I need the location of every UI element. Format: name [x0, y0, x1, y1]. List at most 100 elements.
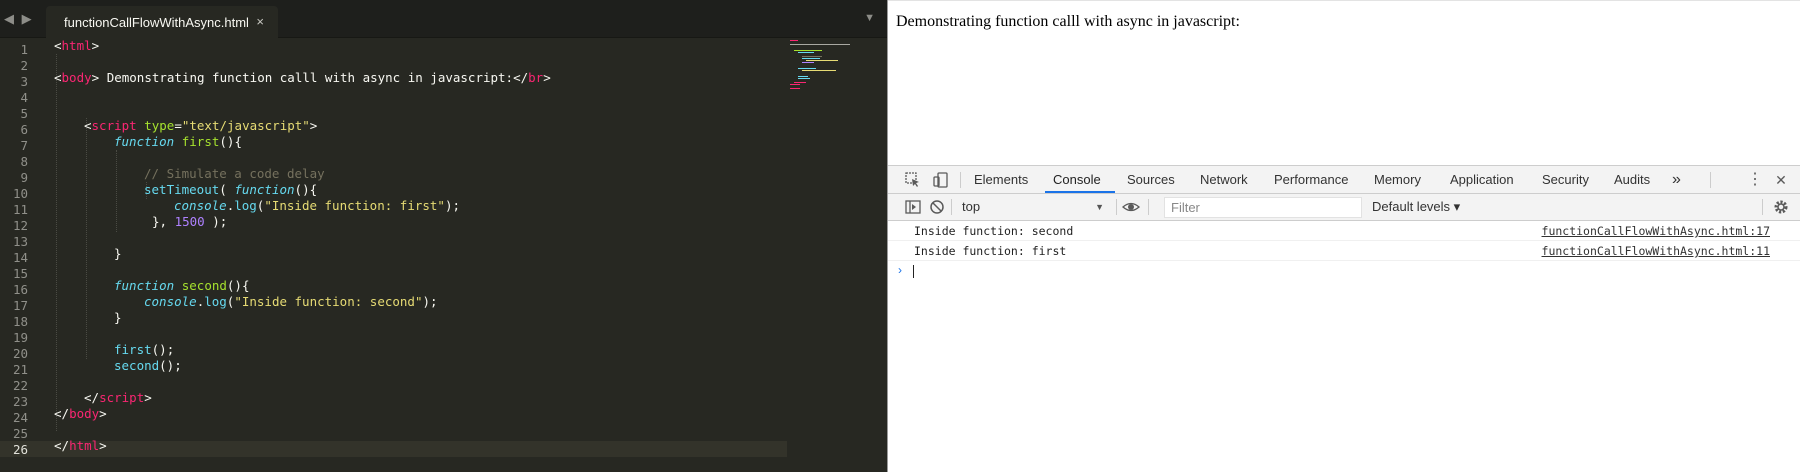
- toolbar-divider: [1762, 199, 1763, 215]
- line-number: 11: [12, 202, 28, 217]
- tab-memory[interactable]: Memory: [1372, 166, 1423, 194]
- devtools-panel: Elements Console Sources Network Perform…: [888, 165, 1800, 472]
- line-number: 16: [12, 282, 28, 297]
- live-expression-eye-icon[interactable]: [1122, 198, 1140, 216]
- code-line-18: }: [114, 310, 122, 325]
- console-message-source-link[interactable]: functionCallFlowWithAsync.html:17: [1542, 224, 1770, 238]
- line-number: 20: [12, 346, 28, 361]
- console-output[interactable]: Inside function: second functionCallFlow…: [888, 221, 1800, 472]
- code-line-6: <script type="text/javascript">: [84, 118, 318, 133]
- toolbar-divider: [1710, 172, 1711, 188]
- indent-guide: [86, 118, 87, 359]
- line-number: 22: [12, 378, 28, 393]
- console-message: Inside function: first functionCallFlowW…: [888, 241, 1800, 261]
- code-line-16: function second(){: [114, 278, 250, 293]
- code-line-3: <body> Demonstrating function calll with…: [54, 70, 551, 85]
- toolbar-divider: [951, 199, 952, 215]
- console-message-text: Inside function: first: [914, 244, 1067, 258]
- line-number: 14: [12, 250, 28, 265]
- code-line-10: setTimeout( function(){: [144, 182, 318, 197]
- toolbar-divider: [1116, 199, 1117, 215]
- line-number: 1: [20, 42, 28, 57]
- selected-tab-indicator: [1045, 191, 1115, 193]
- console-toolbar: top ▼ Filter Default levels ▾: [888, 194, 1800, 221]
- line-number: 7: [20, 138, 28, 153]
- line-number: 21: [12, 362, 28, 377]
- console-message: Inside function: second functionCallFlow…: [888, 221, 1800, 241]
- console-settings-gear-icon[interactable]: [1772, 198, 1790, 216]
- code-line-20: first();: [114, 342, 175, 357]
- minimap[interactable]: [786, 38, 856, 98]
- code-editor[interactable]: ◀ ▶ functionCallFlowWithAsync.html × ▼ 1…: [0, 0, 887, 472]
- context-selector[interactable]: top ▼: [962, 197, 1106, 217]
- console-input-cursor[interactable]: [913, 265, 914, 278]
- line-number: 10: [12, 186, 28, 201]
- close-devtools-icon[interactable]: ✕: [1772, 171, 1790, 189]
- console-prompt-icon: ›: [898, 263, 902, 277]
- context-selector-value: top: [962, 199, 981, 214]
- line-number: 2: [20, 58, 28, 73]
- tab-application[interactable]: Application: [1448, 166, 1516, 194]
- code-line-26: </html>: [54, 438, 107, 453]
- log-levels-dropdown[interactable]: Default levels ▾: [1372, 197, 1460, 217]
- sidebar-toggle-icon[interactable]: [904, 198, 922, 216]
- code-line-12: }, 1500 );: [152, 214, 228, 229]
- tab-performance[interactable]: Performance: [1272, 166, 1350, 194]
- tab-audits[interactable]: Audits: [1612, 166, 1652, 194]
- tab-menu-icon[interactable]: ▼: [864, 12, 875, 24]
- device-toolbar-icon[interactable]: [932, 171, 950, 189]
- code-line-9: // Simulate a code delay: [144, 166, 325, 181]
- line-number: 17: [12, 298, 28, 313]
- code-line-14: }: [114, 246, 122, 261]
- line-number: 9: [20, 170, 28, 185]
- line-number: 19: [12, 330, 28, 345]
- indent-guide: [116, 150, 117, 232]
- line-number: 4: [20, 90, 28, 105]
- code-line-11: console.log("Inside function: first");: [174, 198, 461, 213]
- active-line-highlight: [0, 441, 787, 457]
- code-line-21: second();: [114, 358, 182, 373]
- code-line-23: </script>: [84, 390, 152, 405]
- editor-tab[interactable]: functionCallFlowWithAsync.html ×: [46, 6, 278, 39]
- tab-console[interactable]: Console: [1051, 166, 1103, 194]
- code-line-17: console.log("Inside function: second");: [144, 294, 438, 309]
- editor-tab-label: functionCallFlowWithAsync.html: [64, 15, 249, 30]
- line-number: 5: [20, 106, 28, 121]
- clear-console-icon[interactable]: [928, 198, 946, 216]
- line-number-gutter: 1 2 3 4 5 6 7 8 9 10 11 12 13 14 15 16 17 18 19 20 21 22 23 24 2…: [0, 38, 38, 472]
- tab-nav-arrows-icon[interactable]: ◀ ▶: [4, 11, 34, 27]
- line-number: 3: [20, 74, 28, 89]
- line-number: 15: [12, 266, 28, 281]
- line-number: 23: [12, 394, 28, 409]
- code-line-24: </body>: [54, 406, 107, 421]
- inspect-element-icon[interactable]: [904, 171, 922, 189]
- filter-input[interactable]: Filter: [1164, 197, 1362, 218]
- editor-tab-bar: ◀ ▶ functionCallFlowWithAsync.html × ▼: [0, 0, 887, 39]
- console-message-source-link[interactable]: functionCallFlowWithAsync.html:11: [1542, 244, 1770, 258]
- indent-guide: [56, 54, 57, 431]
- code-line-7: function first(){: [114, 134, 242, 149]
- line-number: 13: [12, 234, 28, 249]
- kebab-menu-icon[interactable]: ⋮: [1746, 171, 1764, 189]
- console-message-text: Inside function: second: [914, 224, 1074, 238]
- page-body-text: Demonstrating function calll with async …: [896, 13, 1240, 30]
- code-line-1: <html>: [54, 38, 100, 53]
- line-number: 8: [20, 154, 28, 169]
- line-number: 25: [12, 426, 28, 441]
- line-number: 18: [12, 314, 28, 329]
- tab-sources[interactable]: Sources: [1125, 166, 1177, 194]
- line-number: 24: [12, 410, 28, 425]
- toolbar-divider: [960, 172, 961, 188]
- toolbar-divider: [1148, 199, 1149, 215]
- tab-elements[interactable]: Elements: [972, 166, 1030, 194]
- chevron-down-icon: ▼: [1095, 202, 1104, 212]
- tab-security[interactable]: Security: [1540, 166, 1591, 194]
- more-tabs-icon[interactable]: »: [1670, 166, 1683, 194]
- browser-viewport: Demonstrating function calll with async …: [888, 0, 1800, 165]
- line-number: 6: [20, 122, 28, 137]
- line-number: 26: [12, 442, 28, 457]
- devtools-tab-bar: Elements Console Sources Network Perform…: [888, 165, 1800, 194]
- tab-close-icon[interactable]: ×: [256, 14, 264, 29]
- line-number: 12: [12, 218, 28, 233]
- tab-network[interactable]: Network: [1198, 166, 1250, 194]
